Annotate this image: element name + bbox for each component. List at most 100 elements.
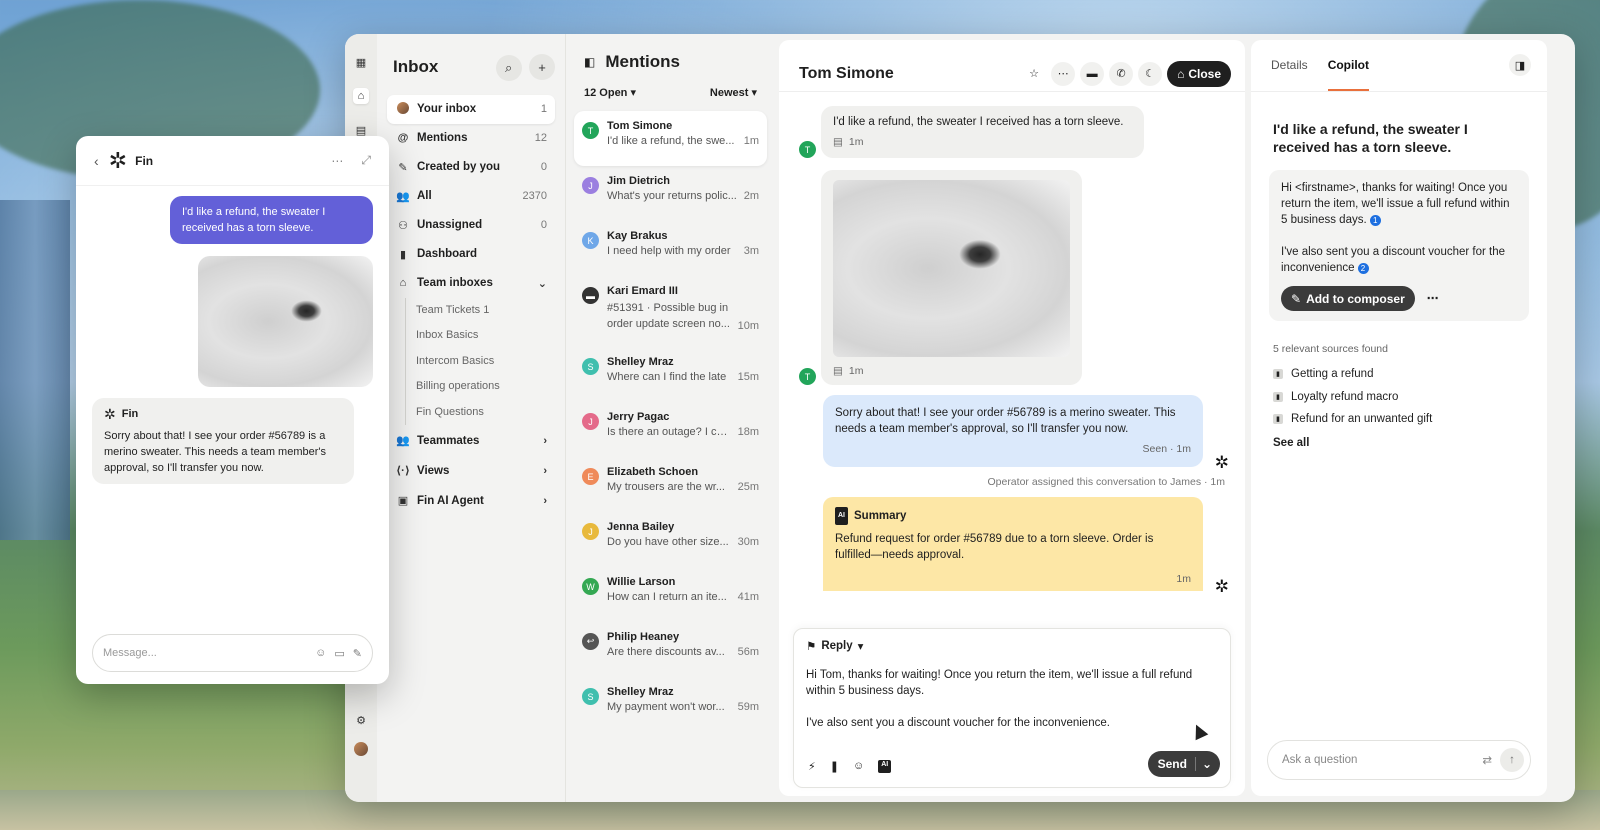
team-inboxes-toggle[interactable]: ⌂ Team inboxes ⌄ (387, 269, 555, 298)
source-item[interactable]: ▮ Loyalty refund macro (1273, 386, 1525, 409)
sort-dropdown[interactable]: Newest ▾ (710, 86, 757, 99)
fin-reply-message: Sorry about that! I see your order #5678… (823, 395, 1229, 471)
ai-icon[interactable]: AI (878, 760, 892, 773)
star-icon[interactable]: ☆ (1022, 62, 1046, 86)
emoji-icon[interactable]: ☺ (853, 760, 864, 773)
fin-logo-icon: ✲ (108, 147, 128, 173)
sidebar-toggle-icon[interactable]: ◧ (584, 55, 595, 69)
source-ref-2[interactable]: 2 (1357, 263, 1369, 274)
sidebar-section-teammates[interactable]: 👥 Teammates › (387, 426, 555, 455)
source-item[interactable]: ▮ Refund for an unwanted gift (1273, 408, 1525, 431)
snooze-icon[interactable]: ☾ (1138, 61, 1163, 86)
conversation-item[interactable]: K Kay Brakus I need help with my order 3m (574, 221, 767, 276)
more-icon[interactable]: ⋯ (1051, 61, 1076, 86)
team-inbox-item[interactable]: Fin Questions (416, 400, 555, 426)
contact-avatar: ▬ (582, 287, 599, 304)
message-icon: ▤ (833, 365, 843, 377)
open-filter-dropdown[interactable]: 12 Open ▾ (584, 86, 636, 99)
sidebar-section-views[interactable]: ⟨·⟩ Views › (387, 456, 555, 485)
conversation-item[interactable]: W Willie Larson How can I return an ite...… (574, 567, 767, 622)
sidebar-item-mentions[interactable]: @ Mentions 12 (387, 124, 555, 153)
conversation-item[interactable]: J Jerry Pagac Is there an outage? I ca... 1… (574, 402, 767, 457)
fin-logo-icon: ✲ (104, 406, 116, 422)
source-item[interactable]: ▮ Getting a refund (1273, 363, 1525, 386)
reply-composer[interactable]: ⚑ Reply ▾ Hi Tom, thanks for waiting! On… (793, 628, 1231, 788)
customer-image-message: ▤ 1m T (799, 170, 1082, 385)
panel-toggle-icon[interactable]: ◨ (1509, 54, 1531, 76)
add-to-composer-button[interactable]: ✎ Add to composer (1281, 286, 1415, 311)
emoji-icon[interactable]: ☺ (315, 647, 326, 660)
conversation-item[interactable]: ▬ Kari Emard III #51391 · Possible bug in … (574, 276, 767, 347)
tab-details[interactable]: Details (1271, 58, 1308, 91)
conversation-item[interactable]: S Shelley Mraz Where can I find the late 15… (574, 347, 767, 402)
close-conversation-button[interactable]: ⌂ Close (1167, 60, 1231, 87)
sidebar-item-all[interactable]: 👥 All 2370 (387, 182, 555, 211)
submit-arrow-icon[interactable]: ↑ (1500, 748, 1524, 772)
conversation-item[interactable]: E Elizabeth Schoen My trousers are the wr.… (574, 457, 767, 512)
team-inbox-item[interactable]: Intercom Basics (416, 349, 555, 375)
filter-icon[interactable]: ⇄ (1482, 753, 1492, 767)
reply-mode-dropdown[interactable]: ⚑ Reply ▾ (806, 639, 1218, 653)
intercom-logo-icon[interactable]: ▦ (353, 54, 369, 70)
lightning-icon[interactable]: ⚡ (808, 760, 816, 773)
section-icon: ⟨·⟩ (396, 465, 410, 477)
nav-icon: ✎ (398, 161, 408, 174)
copilot-panel: Details Copilot ◨ I'd like a refund, the… (1251, 40, 1547, 796)
conversation-item[interactable]: S Shelley Mraz My payment won't wor... 59m (574, 677, 767, 732)
sidebar-item-unassigned[interactable]: ⚇ Unassigned 0 (387, 211, 555, 240)
more-icon[interactable]: ⋯ (331, 154, 343, 168)
message-input[interactable]: Message... ☺ ▭ ✎ (92, 634, 373, 672)
torn-sweater-image[interactable] (833, 180, 1070, 357)
chevron-right-icon: › (543, 494, 547, 507)
ticket-icon[interactable]: ▬ (1080, 61, 1105, 86)
gif-icon[interactable]: ▭ (334, 647, 344, 660)
nav-icon: ▮ (399, 248, 407, 261)
section-icon: ▣ (397, 495, 409, 507)
source-ref-1[interactable]: 1 (1369, 215, 1381, 226)
customer-avatar: T (799, 141, 816, 158)
user-avatar[interactable] (354, 742, 368, 756)
sidebar-item-created-by-you[interactable]: ✎ Created by you 0 (387, 153, 555, 182)
conversation-item[interactable]: J Jenna Bailey Do you have other size... 30… (574, 512, 767, 567)
add-icon[interactable]: + (529, 54, 555, 80)
team-inbox-item[interactable]: Team Tickets 1 (416, 298, 555, 324)
composer-text[interactable]: Hi Tom, thanks for waiting! Once you ret… (806, 667, 1218, 731)
bookmark-icon[interactable]: ❚ (830, 760, 839, 773)
inbox-icon[interactable]: ⌂ (353, 88, 369, 104)
conversation-item[interactable]: J Jim Dietrich What's your returns polic..… (574, 166, 767, 221)
see-all-link[interactable]: See all (1273, 437, 1525, 449)
article-icon: ▮ (1273, 369, 1283, 380)
copilot-answer: Hi <firstname>, thanks for waiting! Once… (1269, 170, 1529, 321)
expand-icon[interactable]: ⤢ (361, 153, 371, 168)
back-icon[interactable]: ‹ (94, 153, 99, 169)
team-inbox-item[interactable]: Inbox Basics (416, 323, 555, 349)
contact-avatar: T (582, 122, 599, 139)
conversation-item[interactable]: T Tom Simone I'd like a refund, the swe...… (574, 111, 767, 166)
send-button[interactable]: Send ⌄ (1147, 751, 1220, 777)
phone-icon[interactable]: ✆ (1109, 61, 1134, 86)
conversation-item[interactable]: ↩ Philip Heaney Are there discounts av... 5… (574, 622, 767, 677)
attachment-icon[interactable]: ✎ (353, 647, 362, 660)
sidebar-item-dashboard[interactable]: ▮ Dashboard (387, 240, 555, 269)
more-icon[interactable]: ⋯ (1427, 291, 1439, 307)
sidebar-item-your-inbox[interactable]: Your inbox 1 (387, 94, 555, 124)
nav-icon: @ (397, 132, 409, 144)
fin-logo-icon: ✲ (1214, 453, 1229, 472)
tab-copilot[interactable]: Copilot (1327, 58, 1370, 91)
team-inbox-item[interactable]: Billing operations (416, 374, 555, 400)
fin-logo-icon: ✲ (1214, 577, 1229, 596)
settings-icon[interactable]: ⚙ (353, 712, 369, 728)
sidebar-section-fin-ai-agent[interactable]: ▣ Fin AI Agent › (387, 486, 555, 515)
customer-avatar: T (799, 368, 816, 385)
contact-avatar: K (582, 232, 599, 249)
contact-avatar: E (582, 468, 599, 485)
ask-question-input[interactable]: Ask a question ⇄ ↑ (1267, 740, 1531, 780)
contact-avatar: S (582, 358, 599, 375)
ai-icon: AI (835, 507, 848, 525)
article-icon: ▮ (1273, 414, 1283, 425)
torn-sweater-image[interactable] (198, 256, 373, 387)
search-icon[interactable]: ⌕ (495, 54, 522, 81)
chevron-down-icon[interactable]: ⌄ (1194, 757, 1212, 771)
contact-avatar: J (582, 523, 599, 540)
close-icon: ⌂ (1177, 66, 1185, 81)
